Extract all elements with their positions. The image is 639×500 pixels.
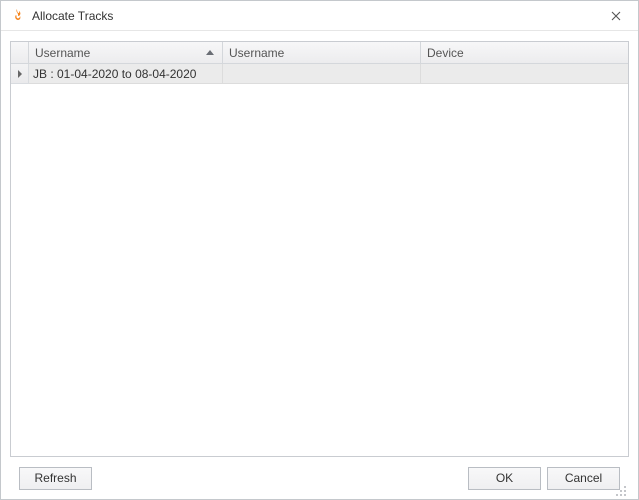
titlebar: Allocate Tracks — [1, 1, 638, 31]
dialog-title: Allocate Tracks — [32, 9, 594, 23]
table-row[interactable]: JB : 01-04-2020 to 08-04-2020 — [11, 64, 628, 84]
cell-text: JB : 01-04-2020 to 08-04-2020 — [33, 67, 196, 81]
column-header-username-2[interactable]: Username — [223, 42, 421, 63]
column-label: Device — [427, 46, 622, 60]
content-area: Username Username Device JB : 01-04-2020… — [1, 31, 638, 499]
row-indicator — [11, 64, 29, 84]
cancel-button[interactable]: Cancel — [547, 467, 620, 490]
close-button[interactable] — [594, 1, 638, 30]
dialog-window: Allocate Tracks Username Username Device — [0, 0, 639, 500]
ok-button[interactable]: OK — [468, 467, 541, 490]
column-label: Username — [35, 46, 206, 60]
app-icon — [9, 8, 25, 24]
row-indicator-header — [11, 42, 29, 63]
current-row-icon — [17, 70, 23, 78]
cell-username-1[interactable]: JB : 01-04-2020 to 08-04-2020 — [29, 64, 223, 84]
grid-body: JB : 01-04-2020 to 08-04-2020 — [11, 64, 628, 456]
resize-grip-icon[interactable] — [615, 485, 627, 497]
cell-username-2[interactable] — [223, 64, 421, 84]
grid-header: Username Username Device — [11, 42, 628, 64]
refresh-button[interactable]: Refresh — [19, 467, 92, 490]
button-bar: Refresh OK Cancel — [10, 457, 629, 499]
column-label: Username — [229, 46, 414, 60]
tracks-grid[interactable]: Username Username Device JB : 01-04-2020… — [10, 41, 629, 457]
cell-device[interactable] — [421, 64, 628, 84]
sort-asc-icon — [206, 50, 214, 55]
column-header-device[interactable]: Device — [421, 42, 628, 63]
column-header-username-1[interactable]: Username — [29, 42, 223, 63]
